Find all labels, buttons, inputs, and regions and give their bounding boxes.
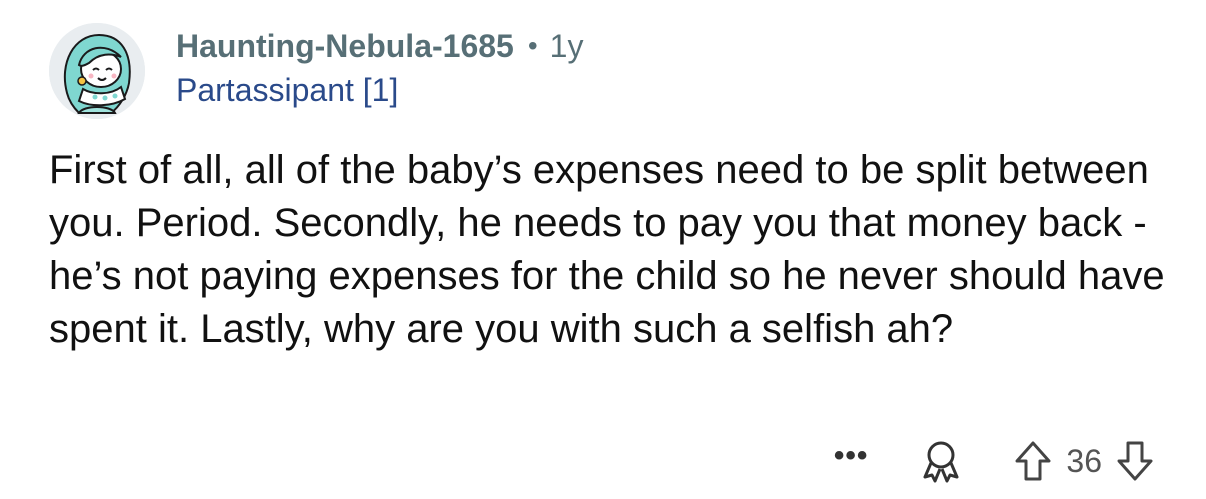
comment-body: First of all, all of the baby’s expenses…	[49, 148, 1165, 351]
username-link[interactable]: Haunting-Nebula-1685	[176, 28, 514, 65]
avatar[interactable]	[49, 23, 145, 119]
vote-score: 36	[1066, 442, 1102, 479]
comment-meta: Haunting-Nebula-1685 • 1y	[176, 24, 583, 68]
comment: Haunting-Nebula-1685 • 1y Partassipant […	[0, 0, 1206, 499]
comment-age: 1y	[549, 27, 584, 64]
snoo-avatar-icon	[49, 23, 145, 119]
downvote-arrow-icon	[1117, 441, 1153, 481]
downvote-button[interactable]	[1116, 440, 1154, 482]
upvote-button[interactable]	[1014, 440, 1052, 482]
upvote-arrow-icon	[1015, 441, 1051, 481]
award-button[interactable]	[920, 439, 962, 483]
comment-actions: ••• 36	[834, 436, 1154, 486]
meta-separator: •	[527, 30, 538, 61]
user-flair: Partassipant [1]	[176, 72, 399, 108]
award-icon	[923, 441, 959, 483]
more-options-button[interactable]: •••	[834, 441, 869, 481]
